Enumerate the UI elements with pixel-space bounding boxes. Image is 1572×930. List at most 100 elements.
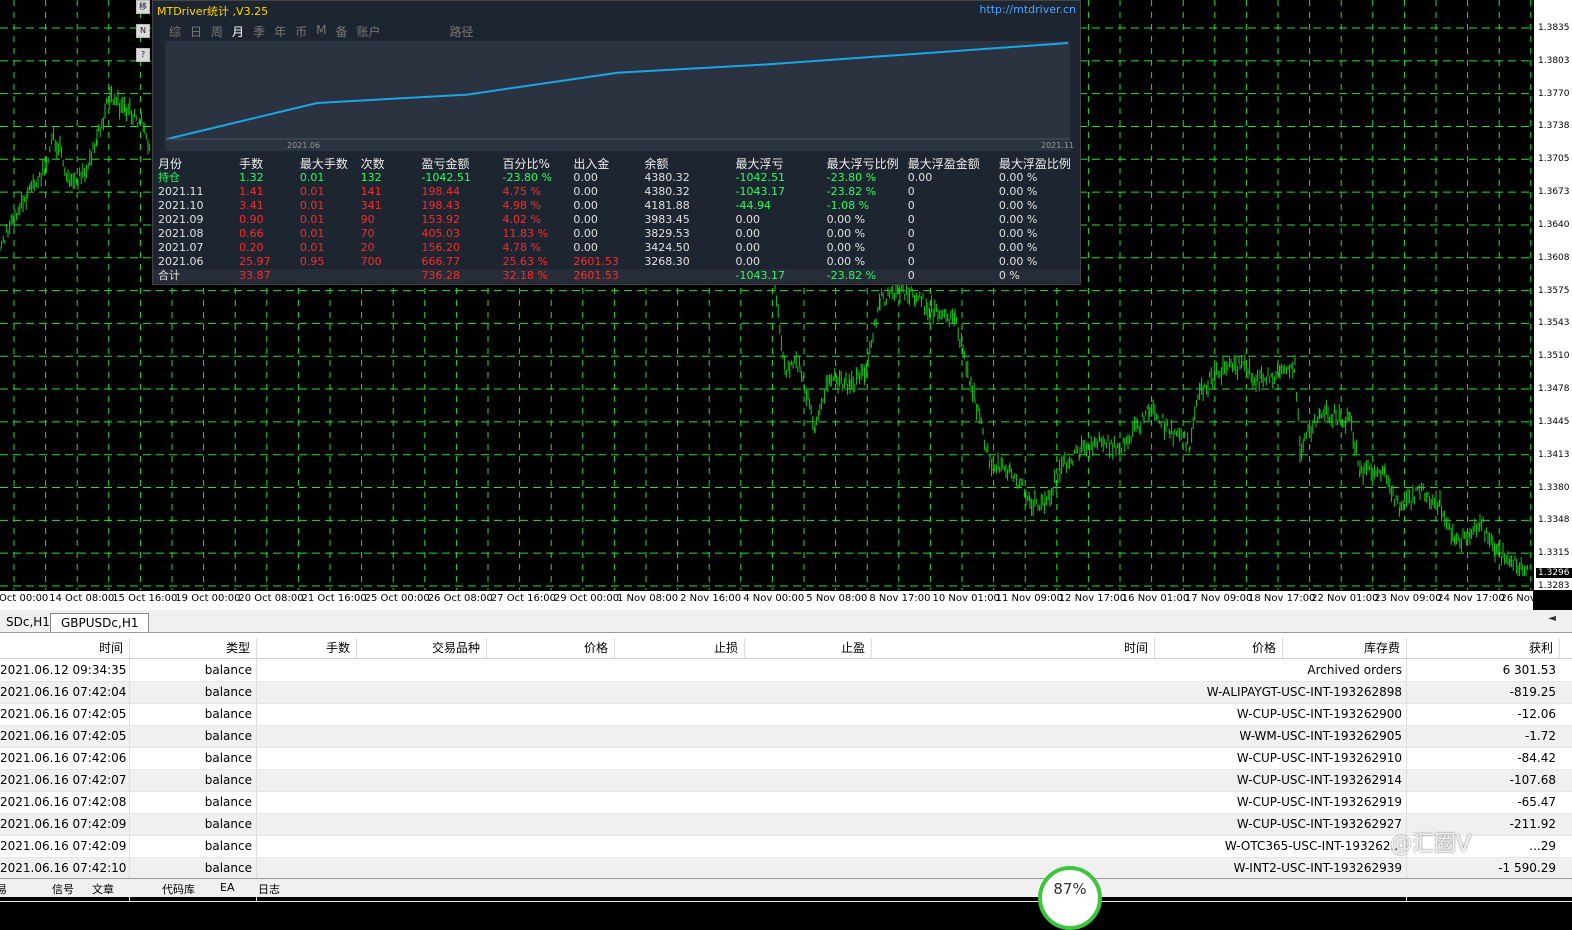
terminal-tab[interactable]: 代码库: [162, 881, 195, 897]
time-tick-label: 5 Nov 08:00: [806, 593, 868, 604]
time-tick-label: 27 Oct 16:00: [490, 593, 556, 604]
panel-url-link[interactable]: http://mtdriver.cn: [979, 3, 1076, 16]
watermark-text: @汇圈V: [1390, 832, 1472, 857]
terminal-tab[interactable]: 文章: [92, 881, 114, 897]
panel-tab-10[interactable]: 路径: [450, 23, 474, 40]
help-tool-icon[interactable]: ?: [136, 48, 150, 62]
order-time-cell: 2021.06.16 07:42:06: [0, 748, 130, 769]
column-header[interactable]: 库存费: [1283, 638, 1407, 658]
order-pft-cell: 6 301.53: [1502, 663, 1556, 677]
order-row[interactable]: 2021.06.12 09:34:35 balance Archived order…: [0, 660, 1572, 682]
order-pft-cell: -819.25: [1509, 685, 1556, 699]
column-header[interactable]: 类型: [130, 638, 257, 658]
time-tick-label: 19 Oct 00:00: [175, 593, 241, 604]
order-type-cell: balance: [130, 792, 257, 813]
column-header[interactable]: 时间: [0, 638, 130, 658]
terminal-tab[interactable]: 信号: [52, 881, 74, 897]
panel-tab-3[interactable]: 月: [232, 23, 244, 40]
column-header[interactable]: 时间: [872, 638, 1155, 658]
stats-total-cell: [361, 269, 422, 283]
panel-tab-6[interactable]: 币: [295, 23, 307, 40]
panel-tab-1[interactable]: 日: [190, 23, 202, 40]
price-tick-label: 1.3348: [1538, 515, 1570, 526]
time-tick-label: 20 Oct 08:00: [238, 593, 304, 604]
stats-cell: 0.00: [573, 185, 598, 198]
column-header[interactable]: 手数: [257, 638, 357, 658]
stats-cell: 4.75 %: [502, 185, 541, 198]
panel-tab-5[interactable]: 年: [274, 23, 286, 40]
stats-cell: 0.00 %: [826, 241, 866, 254]
stats-cell: 198.44: [421, 185, 460, 198]
stats-cell: 0.00: [735, 241, 760, 254]
gauge-value: 87%: [1053, 880, 1087, 898]
column-header[interactable]: 价格: [1155, 638, 1283, 658]
stats-cell: 0.00: [907, 171, 933, 184]
mtdriver-stats-panel: MTDriver统计 ,V3.25 http://mtdriver.cn 综日周…: [152, 0, 1081, 285]
stats-cell: 0: [907, 255, 915, 268]
order-pft-cell: -1.72: [1524, 729, 1556, 743]
stats-cell: -23.80 %: [502, 171, 552, 184]
stats-row: 2021.11 1.41 0.01 141 198.44 4.75 % 0.00 4380.3…: [153, 185, 1080, 199]
order-row[interactable]: 2021.06.16 07:42:08 balance W-CUP-USC-INT-…: [0, 792, 1572, 814]
stats-total-cell: -1043.17: [735, 269, 785, 282]
order-row[interactable]: 2021.06.16 07:42:09 balance W-OTC365-USC-I…: [0, 836, 1572, 858]
equity-curve-svg: [165, 42, 1070, 140]
column-header[interactable]: 交易品种: [357, 638, 487, 658]
price-chart[interactable]: 1.3835 1.3803 1.3770 1.3738 1.3705 1.3673 1.36…: [0, 0, 1572, 611]
stats-row: 持仓 1.32 0.01 132 -1042.51 -23.80 % 0.00 4380.32…: [153, 171, 1080, 185]
order-time-cell: 2021.06.16 07:42:10: [0, 858, 130, 879]
panel-tab-8[interactable]: 备: [335, 23, 347, 40]
stats-cell: 0.00 %: [998, 241, 1038, 254]
time-tick-label: 23 Nov 09:00: [1374, 593, 1442, 604]
terminal-tab[interactable]: EA: [220, 881, 234, 894]
stats-cell: 0.01: [299, 171, 325, 184]
stats-header-cell: 月份: [158, 157, 183, 171]
stats-cell: 0.00 %: [998, 199, 1038, 212]
order-time-cell: 2021.06.16 07:42:05: [0, 726, 130, 747]
price-tick-label: 1.3413: [1538, 449, 1570, 460]
price-tick-label: 1.3705: [1538, 154, 1570, 165]
panel-tab-4[interactable]: 季: [253, 23, 265, 40]
order-row[interactable]: 2021.06.16 07:42:07 balance W-CUP-USC-INT-…: [0, 770, 1572, 792]
terminal-tab[interactable]: 日志: [258, 881, 280, 897]
column-header[interactable]: 价格: [487, 638, 615, 658]
stats-header-cell: 次数: [360, 157, 385, 171]
stats-cell: 0.00: [735, 255, 760, 268]
order-row[interactable]: 2021.06.16 07:42:06 balance W-CUP-USC-INT-…: [0, 748, 1572, 770]
panel-tab-2[interactable]: 周: [211, 23, 223, 40]
order-row[interactable]: 2021.06.16 07:42:05 balance W-CUP-USC-INT-…: [0, 704, 1572, 726]
order-cmt-cell: W-WM-USC-INT-193262905: [257, 726, 1407, 747]
stats-cell: 156.20: [421, 241, 460, 254]
order-type-cell: balance: [130, 726, 257, 747]
panel-tab-9[interactable]: 账户: [356, 23, 380, 40]
price-tick-label: 1.3738: [1538, 121, 1570, 132]
stats-total-row: 合计 33.87 736.28 32.18 % 2601.53 -1043.17 -23.8…: [153, 269, 1080, 283]
order-row[interactable]: 2021.06.16 07:42:05 balance W-WM-USC-INT-1…: [0, 726, 1572, 748]
move-tool-icon[interactable]: 移: [136, 0, 150, 14]
column-header[interactable]: 止损: [615, 638, 745, 658]
order-time-cell: 2021.06.16 07:42:09: [0, 814, 130, 835]
order-row[interactable]: 2021.06.16 07:42:10 balance W-INT2-USC-INT…: [0, 858, 1572, 880]
orders-table-body: 2021.06.12 09:34:35 balance Archived order…: [0, 660, 1572, 902]
chart-tab-gbpusd[interactable]: GBPUSDc,H1: [50, 613, 150, 632]
equity-line: [166, 42, 1069, 140]
stats-cell: 0.90: [239, 213, 264, 226]
terminal-tab[interactable]: 易: [0, 881, 7, 897]
stats-cell: 4181.88: [644, 199, 690, 212]
stats-cell: 0.01: [299, 241, 325, 254]
tab-scroll-left-icon[interactable]: ◄: [1548, 613, 1556, 624]
order-row[interactable]: 2021.06.16 07:42:04 balance W-ALIPAYGT-USC…: [0, 682, 1572, 704]
stats-cell: 1.41: [239, 185, 264, 198]
panel-tab-0[interactable]: 综: [169, 23, 181, 40]
equity-end-label: 2021.11: [1041, 141, 1075, 150]
stats-cell: 0.00 %: [826, 255, 866, 268]
equity-start-label: 2021.06: [287, 141, 321, 150]
stats-cell: 25.63 %: [502, 255, 548, 268]
column-header[interactable]: 止盈: [745, 638, 872, 658]
stats-total-cell: 736.28: [421, 269, 460, 282]
column-header[interactable]: 获利: [1407, 638, 1560, 658]
order-row[interactable]: 2021.06.16 07:42:09 balance W-CUP-USC-INT-…: [0, 814, 1572, 836]
n-tool-icon[interactable]: N: [136, 24, 150, 38]
time-tick-label: 29 Oct 00:00: [553, 593, 620, 604]
panel-tab-7[interactable]: M: [316, 23, 326, 40]
